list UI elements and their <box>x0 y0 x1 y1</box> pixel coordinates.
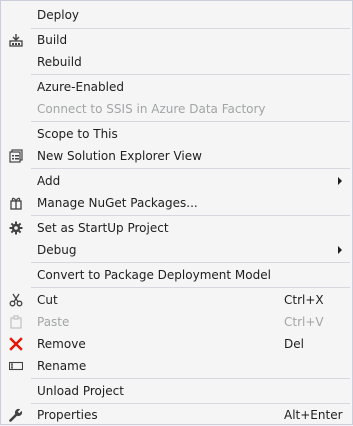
menu-item-label: Properties <box>37 408 98 422</box>
menu-item-connect-ssis-azure: Connect to SSIS in Azure Data Factory <box>1 98 352 120</box>
nuget-icon <box>8 195 24 211</box>
menu-item-remove[interactable]: Remove Del <box>1 333 352 355</box>
menu-item-label: Connect to SSIS in Azure Data Factory <box>37 102 266 116</box>
context-menu: Deploy Build Rebuild Azure-Enabled Conne… <box>0 0 353 425</box>
menu-item-label: Manage NuGet Packages... <box>37 196 198 210</box>
menu-item-label: Build <box>37 33 68 47</box>
gear-icon <box>8 220 24 236</box>
menu-item-add[interactable]: Add <box>1 170 352 192</box>
rename-icon <box>8 358 24 374</box>
menu-item-convert-to-package-deployment-model[interactable]: Convert to Package Deployment Model <box>1 264 352 286</box>
menu-item-label: Set as StartUp Project <box>37 221 169 235</box>
menu-item-azure-enabled[interactable]: Azure-Enabled <box>1 76 352 98</box>
shortcut-text: Alt+Enter <box>284 408 343 422</box>
menu-item-label: Rename <box>37 359 87 373</box>
shortcut-text: Ctrl+X <box>284 293 324 307</box>
shortcut-text: Ctrl+V <box>284 315 324 329</box>
build-icon <box>8 32 24 48</box>
menu-item-scope-to-this[interactable]: Scope to This <box>1 123 352 145</box>
menu-item-manage-nuget-packages[interactable]: Manage NuGet Packages... <box>1 192 352 214</box>
menu-separator <box>31 262 350 263</box>
menu-item-rebuild[interactable]: Rebuild <box>1 51 352 73</box>
menu-item-label: Rebuild <box>37 55 82 69</box>
clipboard-icon <box>8 314 24 330</box>
menu-item-unload-project[interactable]: Unload Project <box>1 380 352 402</box>
menu-item-label: Azure-Enabled <box>37 80 124 94</box>
menu-item-label: Unload Project <box>37 384 124 398</box>
menu-item-label: New Solution Explorer View <box>37 149 202 163</box>
scissors-icon <box>8 292 24 308</box>
menu-item-properties[interactable]: Properties Alt+Enter <box>1 404 352 426</box>
menu-item-build[interactable]: Build <box>1 29 352 51</box>
menu-item-label: Convert to Package Deployment Model <box>37 268 271 282</box>
menu-separator <box>31 74 350 75</box>
menu-item-label: Remove <box>37 337 86 351</box>
menu-separator <box>31 215 350 216</box>
submenu-arrow-icon <box>338 246 342 254</box>
menu-item-rename[interactable]: Rename <box>1 355 352 377</box>
menu-item-set-as-startup-project[interactable]: Set as StartUp Project <box>1 217 352 239</box>
menu-item-cut[interactable]: Cut Ctrl+X <box>1 289 352 311</box>
menu-item-new-solution-explorer-view[interactable]: New Solution Explorer View <box>1 145 352 167</box>
menu-item-debug[interactable]: Debug <box>1 239 352 261</box>
menu-item-label: Debug <box>37 243 77 257</box>
menu-item-label: Paste <box>37 315 70 329</box>
menu-separator <box>31 121 350 122</box>
solution-explorer-icon <box>8 148 24 164</box>
menu-item-label: Cut <box>37 293 58 307</box>
red-x-icon <box>8 336 24 352</box>
menu-separator <box>31 287 350 288</box>
menu-item-label: Deploy <box>37 8 80 22</box>
menu-item-deploy[interactable]: Deploy <box>1 4 352 26</box>
menu-item-paste: Paste Ctrl+V <box>1 311 352 333</box>
menu-item-label: Add <box>37 174 61 188</box>
menu-item-label: Scope to This <box>37 127 118 141</box>
wrench-icon <box>8 407 24 423</box>
menu-separator <box>31 378 350 379</box>
submenu-arrow-icon <box>338 177 342 185</box>
menu-separator <box>31 168 350 169</box>
shortcut-text: Del <box>284 337 304 351</box>
